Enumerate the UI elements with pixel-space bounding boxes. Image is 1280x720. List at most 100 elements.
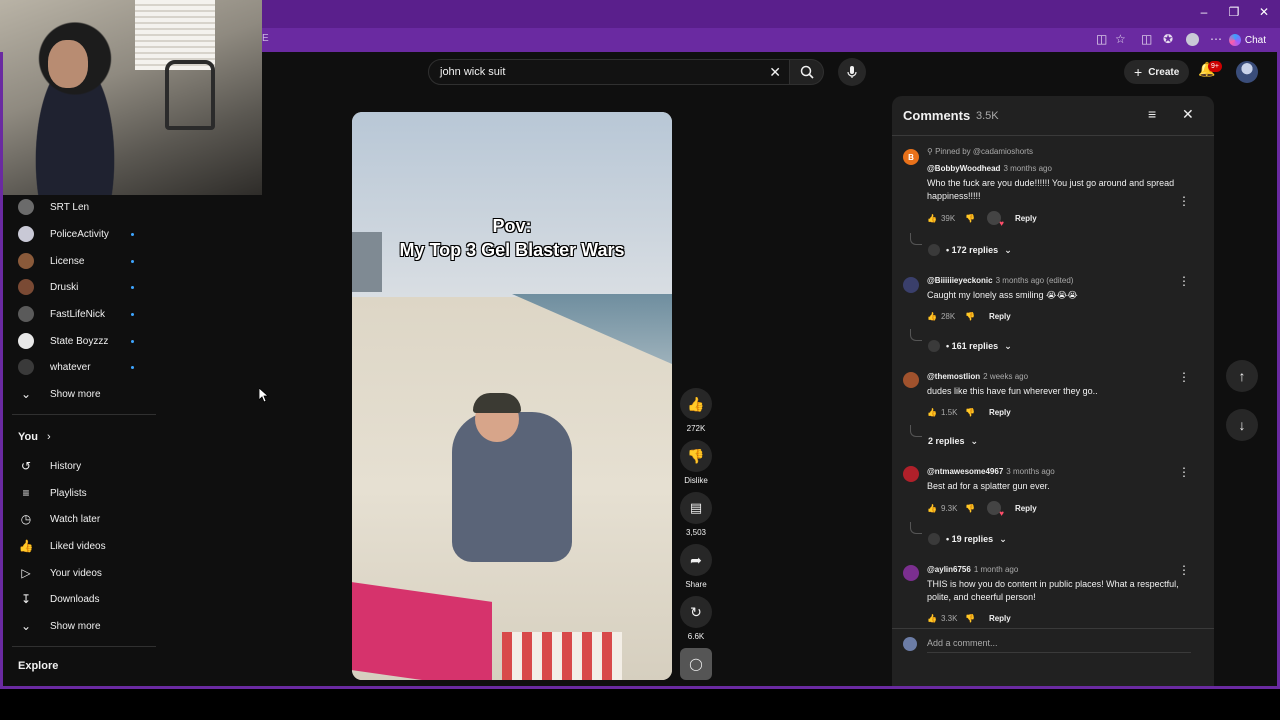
sidebar: SRT Len PoliceActivity License Druski Fa… — [0, 197, 160, 686]
comment-menu-icon[interactable]: ⋮ — [1178, 465, 1190, 479]
you-section-title[interactable]: You › — [18, 431, 51, 443]
app-icon[interactable]: ◫ — [1096, 32, 1107, 46]
sidebar-item-downloads[interactable]: ↧ Downloads — [18, 587, 148, 611]
dislike-action[interactable]: 👎 Dislike — [680, 440, 712, 485]
view-replies-button[interactable]: • 19 replies ⌄ — [928, 531, 1007, 547]
reply-avatar — [928, 244, 940, 256]
dislike-comment-icon[interactable]: 👎 — [965, 214, 975, 223]
dislike-button[interactable]: 👎 — [680, 440, 712, 472]
comments-button[interactable]: ▤ — [680, 492, 712, 524]
subscription-item[interactable]: whatever — [18, 355, 148, 379]
profile-icon[interactable] — [1186, 33, 1199, 46]
dislike-comment-icon[interactable]: 👎 — [965, 614, 975, 623]
reply-button[interactable]: Reply — [989, 408, 1011, 417]
like-comment-icon[interactable]: 👍 — [927, 408, 937, 417]
show-more-you[interactable]: ⌄ Show more — [18, 614, 148, 638]
chevron-down-icon: ⌄ — [1004, 340, 1012, 351]
short-video-player[interactable] — [352, 112, 672, 680]
commenter-avatar[interactable] — [903, 466, 919, 482]
commenter-avatar[interactable]: B — [903, 149, 919, 165]
reply-button[interactable]: Reply — [1015, 214, 1037, 223]
watch-later-icon: ◷ — [20, 512, 32, 526]
create-button[interactable]: + Create — [1124, 60, 1190, 84]
subscription-item[interactable]: State Boyzzz — [18, 329, 148, 353]
remix-button[interactable]: ↻ — [680, 596, 712, 628]
dislike-comment-icon[interactable]: 👎 — [965, 504, 975, 513]
playlists-icon: ≡ — [22, 486, 30, 500]
creator-heart-icon — [986, 501, 1004, 518]
like-button[interactable]: 👍 — [680, 388, 712, 420]
account-avatar[interactable] — [1236, 61, 1258, 83]
previous-short-button[interactable]: ↑ — [1226, 360, 1258, 392]
like-action[interactable]: 👍 272K — [680, 388, 712, 433]
dislike-comment-icon[interactable]: 👎 — [965, 312, 975, 321]
search-button[interactable] — [790, 59, 824, 85]
close-panel-icon[interactable]: ✕ — [1182, 106, 1194, 123]
close-window-icon[interactable]: ✕ — [1254, 5, 1274, 19]
chevron-down-icon: ⌄ — [970, 435, 979, 446]
like-comment-icon[interactable]: 👍 — [927, 214, 937, 223]
url-fragment[interactable]: E — [262, 33, 269, 44]
like-comment-icon[interactable]: 👍 — [927, 614, 937, 623]
show-more-subscriptions[interactable]: ⌄ Show more — [18, 382, 148, 406]
favorites-icon[interactable]: ✪ — [1163, 32, 1173, 46]
comment-handle[interactable]: @ntmawesome4967 3 months ago — [927, 467, 1055, 476]
view-replies-button[interactable]: 2 replies ⌄ — [928, 433, 978, 449]
subscription-item[interactable]: SRT Len — [18, 195, 148, 219]
reply-button[interactable]: Reply — [989, 614, 1011, 623]
like-comment-icon[interactable]: 👍 — [927, 312, 937, 321]
commenter-avatar[interactable] — [903, 277, 919, 293]
restore-icon[interactable]: ❐ — [1224, 5, 1244, 19]
favorite-star-icon[interactable]: ☆ — [1115, 32, 1126, 46]
minimize-icon[interactable]: – — [1194, 5, 1214, 19]
comments-action[interactable]: ▤ 3,503 — [680, 492, 712, 537]
commenter-avatar[interactable] — [903, 565, 919, 581]
search-query[interactable]: john wick suit — [440, 66, 505, 78]
search-icon — [800, 65, 814, 79]
reply-button[interactable]: Reply — [989, 312, 1011, 321]
share-action[interactable]: ➦ Share — [680, 544, 712, 589]
next-short-button[interactable]: ↓ — [1226, 409, 1258, 441]
comment-handle[interactable]: @themostlion 2 weeks ago — [927, 372, 1028, 381]
sound-thumbnail[interactable]: ◯ — [680, 648, 712, 680]
comment-handle[interactable]: @Biiiiiieyeckonic 3 months ago (edited) — [927, 276, 1073, 285]
commenter-avatar[interactable] — [903, 372, 919, 388]
subscription-item[interactable]: FastLifeNick — [18, 302, 148, 326]
sidebar-item-your-videos[interactable]: ▷ Your videos — [18, 561, 148, 585]
more-icon[interactable]: ⋯ — [1210, 32, 1222, 46]
search-input[interactable]: john wick suit ✕ — [428, 59, 790, 85]
split-screen-icon[interactable]: ◫ — [1141, 32, 1152, 46]
voice-search-button[interactable] — [838, 58, 866, 86]
comment-handle[interactable]: @BobbyWoodhead 3 months ago — [927, 164, 1052, 173]
sidebar-item-watch-later[interactable]: ◷ Watch later — [18, 507, 148, 531]
sidebar-item-playlists[interactable]: ≡ Playlists — [18, 481, 148, 505]
dislike-comment-icon[interactable]: 👎 — [965, 408, 975, 417]
new-content-dot — [131, 285, 134, 289]
view-replies-button[interactable]: • 161 replies ⌄ — [928, 338, 1012, 354]
channel-name: FastLifeNick — [50, 308, 106, 320]
like-comment-icon[interactable]: 👍 — [927, 504, 937, 513]
sidebar-item-liked-videos[interactable]: 👍 Liked videos — [18, 534, 148, 558]
sort-icon[interactable]: ≡ — [1148, 106, 1156, 122]
thread-connector — [910, 425, 922, 437]
subscription-item[interactable]: License — [18, 249, 148, 273]
sound-action[interactable]: ◯ — [680, 648, 712, 680]
sidebar-item-history[interactable]: ↺ History — [18, 454, 148, 478]
view-replies-button[interactable]: • 172 replies ⌄ — [928, 242, 1012, 258]
comment-menu-icon[interactable]: ⋮ — [1178, 370, 1190, 384]
reply-button[interactable]: Reply — [1015, 504, 1037, 513]
comment-menu-icon[interactable]: ⋮ — [1178, 274, 1190, 288]
add-comment-input[interactable]: Add a comment... — [927, 635, 1191, 653]
remix-action[interactable]: ↻ 6.6K — [680, 596, 712, 641]
subscription-item[interactable]: PoliceActivity — [18, 222, 148, 246]
comment-text: Caught my lonely ass smiling 😭😭😭 — [927, 290, 1078, 300]
subscription-item[interactable]: Druski — [18, 275, 148, 299]
share-icon: ➦ — [690, 551, 702, 568]
clear-search-icon[interactable]: ✕ — [769, 64, 781, 81]
chat-button[interactable]: Chat — [1223, 31, 1272, 49]
comment-age: 2 weeks ago — [983, 372, 1029, 381]
comment-menu-icon[interactable]: ⋮ — [1178, 563, 1190, 577]
share-button[interactable]: ➦ — [680, 544, 712, 576]
comment-handle[interactable]: @aylin6756 1 month ago — [927, 565, 1018, 574]
comment-menu-icon[interactable]: ⋮ — [1178, 194, 1190, 208]
